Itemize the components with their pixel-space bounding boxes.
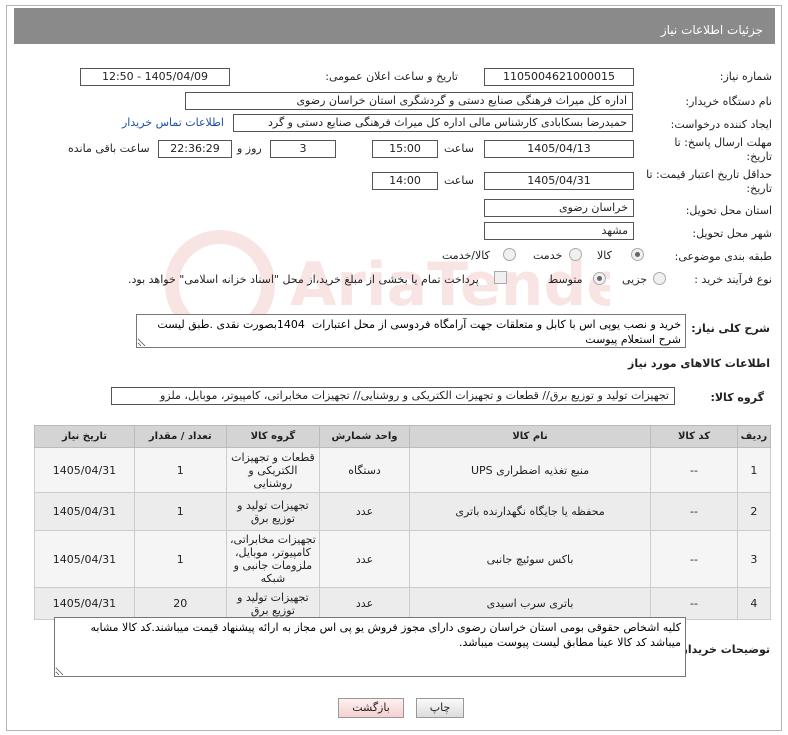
reply-days-label: روز و (237, 142, 262, 155)
page-title: جزئیات اطلاعات نیاز (660, 23, 763, 37)
city-field: مشهد (484, 222, 634, 240)
need-number-field: 1105004621000015 (484, 68, 634, 86)
cell-row: 1 (736, 447, 772, 493)
price-validity-label: حداقل تاریخ اعتبار قیمت: تا تاریخ: (646, 168, 772, 195)
category-label: طبقه بندی موضوعی: (674, 250, 772, 263)
col-header-unit: واحد شمارش (319, 425, 410, 448)
price-validity-time-label: ساعت (444, 174, 474, 187)
goods-group-field: تجهیزات تولید و توزیع برق// قطعات و تجهی… (111, 387, 675, 405)
table-row: 3 -- باکس سوئیچ جانبی عدد تجهیزات مخابرا… (34, 530, 772, 588)
announce-date-field: 1405/04/09 - 12:50 (80, 68, 230, 86)
buyer-notes-label: توضیحات خریدار: (677, 643, 770, 656)
cell-date: 1405/04/31 (34, 492, 135, 531)
cell-row: 4 (736, 587, 772, 620)
reply-deadline-label: مهلت ارسال پاسخ: تا تاریخ: (674, 136, 772, 163)
cell-qty: 1 (133, 447, 227, 493)
category-goods-label: کالا (597, 249, 612, 262)
cell-unit: دستگاه (319, 447, 410, 493)
cell-unit: عدد (319, 587, 410, 620)
table-row: 4 -- باتری سرب اسیدی عدد تجهیزات تولید و… (34, 587, 772, 620)
category-radio-service[interactable] (569, 248, 582, 261)
price-validity-time-field: 14:00 (372, 172, 438, 190)
announce-date-label: تاریخ و ساعت اعلان عمومی: (325, 70, 458, 83)
cell-qty: 1 (133, 492, 227, 531)
cell-name: محفظه یا جایگاه نگهدارنده باتری (408, 492, 652, 531)
cell-group: تجهیزات مخابراتی، کامپیوتر، موبایل، ملزو… (225, 530, 321, 588)
cell-unit: عدد (319, 492, 410, 531)
purchase-type-label: نوع فرآیند خرید : (694, 273, 772, 286)
treasury-payment-note: پرداخت تمام یا بخشی از مبلغ خرید،از محل … (128, 273, 479, 286)
requester-label: ایجاد کننده درخواست: (670, 118, 772, 131)
col-header-date: تاریخ نیاز (34, 425, 135, 448)
purchase-minor-label: جزیی (622, 273, 648, 286)
buyer-org-field: اداره کل میراث فرهنگی صنایع دستی و گردشگ… (185, 92, 633, 110)
cell-date: 1405/04/31 (34, 447, 135, 493)
col-header-group: گروه کالا (225, 425, 321, 448)
province-label: استان محل تحویل: (685, 204, 772, 217)
reply-time-field: 15:00 (372, 140, 438, 158)
remaining-time-label: ساعت باقی مانده (68, 142, 150, 155)
category-both-label: کالا/خدمت (442, 249, 490, 262)
buyer-notes-field[interactable]: کلیه اشخاص حقوقی بومی استان خراسان رضوی … (54, 617, 686, 677)
cell-group: تجهیزات تولید و توزیع برق (225, 587, 321, 620)
cell-date: 1405/04/31 (34, 530, 135, 588)
requester-field: حمیدرضا بسکابادی کارشناس مالی اداره کل م… (233, 114, 633, 132)
goods-section-title: اطلاعات کالاهای مورد نیاز (628, 357, 770, 370)
cell-code: -- (650, 492, 738, 531)
col-header-code: کد کالا (650, 425, 738, 448)
cell-code: -- (650, 530, 738, 588)
col-header-name: نام کالا (408, 425, 652, 448)
goods-table: ردیف کد کالا نام کالا واحد شمارش گروه کا… (34, 425, 772, 620)
buyer-org-label: نام دستگاه خریدار: (685, 95, 772, 108)
reply-days-field: 3 (270, 140, 336, 158)
cell-code: -- (650, 447, 738, 493)
price-validity-date-field: 1405/04/31 (484, 172, 634, 190)
back-button[interactable]: بازگشت (338, 698, 404, 718)
col-header-row: ردیف (736, 425, 772, 448)
goods-table-header: ردیف کد کالا نام کالا واحد شمارش گروه کا… (34, 425, 772, 448)
goods-group-label: گروه کالا: (710, 391, 764, 404)
province-field: خراسان رضوی (484, 199, 634, 217)
cell-qty: 1 (133, 530, 227, 588)
cell-row: 3 (736, 530, 772, 588)
category-service-label: خدمت (533, 249, 563, 262)
cell-name: باکس سوئیچ جانبی (408, 530, 652, 588)
category-radio-goods[interactable] (631, 248, 644, 261)
purchase-radio-minor[interactable] (653, 272, 666, 285)
cell-group: قطعات و تجهیزات الکتریکی و روشنایی (225, 447, 321, 493)
purchase-radio-medium[interactable] (593, 272, 606, 285)
buyer-contact-link[interactable]: اطلاعات تماس خریدار (122, 116, 224, 129)
description-field[interactable]: خرید و نصب یوپی اس با کابل و متعلقات جهت… (136, 314, 686, 348)
table-row: 1 -- منبع تغذیه اضطراری UPS دستگاه قطعات… (34, 447, 772, 493)
category-radio-both[interactable] (503, 248, 516, 261)
need-number-label: شماره نیاز: (719, 70, 772, 83)
city-label: شهر محل تحویل: (692, 227, 772, 240)
table-row: 2 -- محفظه یا جایگاه نگهدارنده باتری عدد… (34, 492, 772, 531)
cell-row: 2 (736, 492, 772, 531)
col-header-qty: تعداد / مقدار (133, 425, 227, 448)
cell-name: منبع تغذیه اضطراری UPS (408, 447, 652, 493)
description-label: شرح کلی نیاز: (691, 322, 770, 335)
cell-code: -- (650, 587, 738, 620)
treasury-payment-checkbox[interactable] (494, 271, 507, 284)
reply-time-label: ساعت (444, 142, 474, 155)
purchase-medium-label: متوسط (548, 273, 583, 286)
print-button[interactable]: چاپ (416, 698, 464, 718)
page-header: جزئیات اطلاعات نیاز (14, 8, 775, 44)
reply-date-field: 1405/04/13 (484, 140, 634, 158)
remaining-time-field: 22:36:29 (158, 140, 232, 158)
cell-group: تجهیزات تولید و توزیع برق (225, 492, 321, 531)
cell-name: باتری سرب اسیدی (408, 587, 652, 620)
cell-qty: 20 (133, 587, 227, 620)
cell-unit: عدد (319, 530, 410, 588)
cell-date: 1405/04/31 (34, 587, 135, 620)
